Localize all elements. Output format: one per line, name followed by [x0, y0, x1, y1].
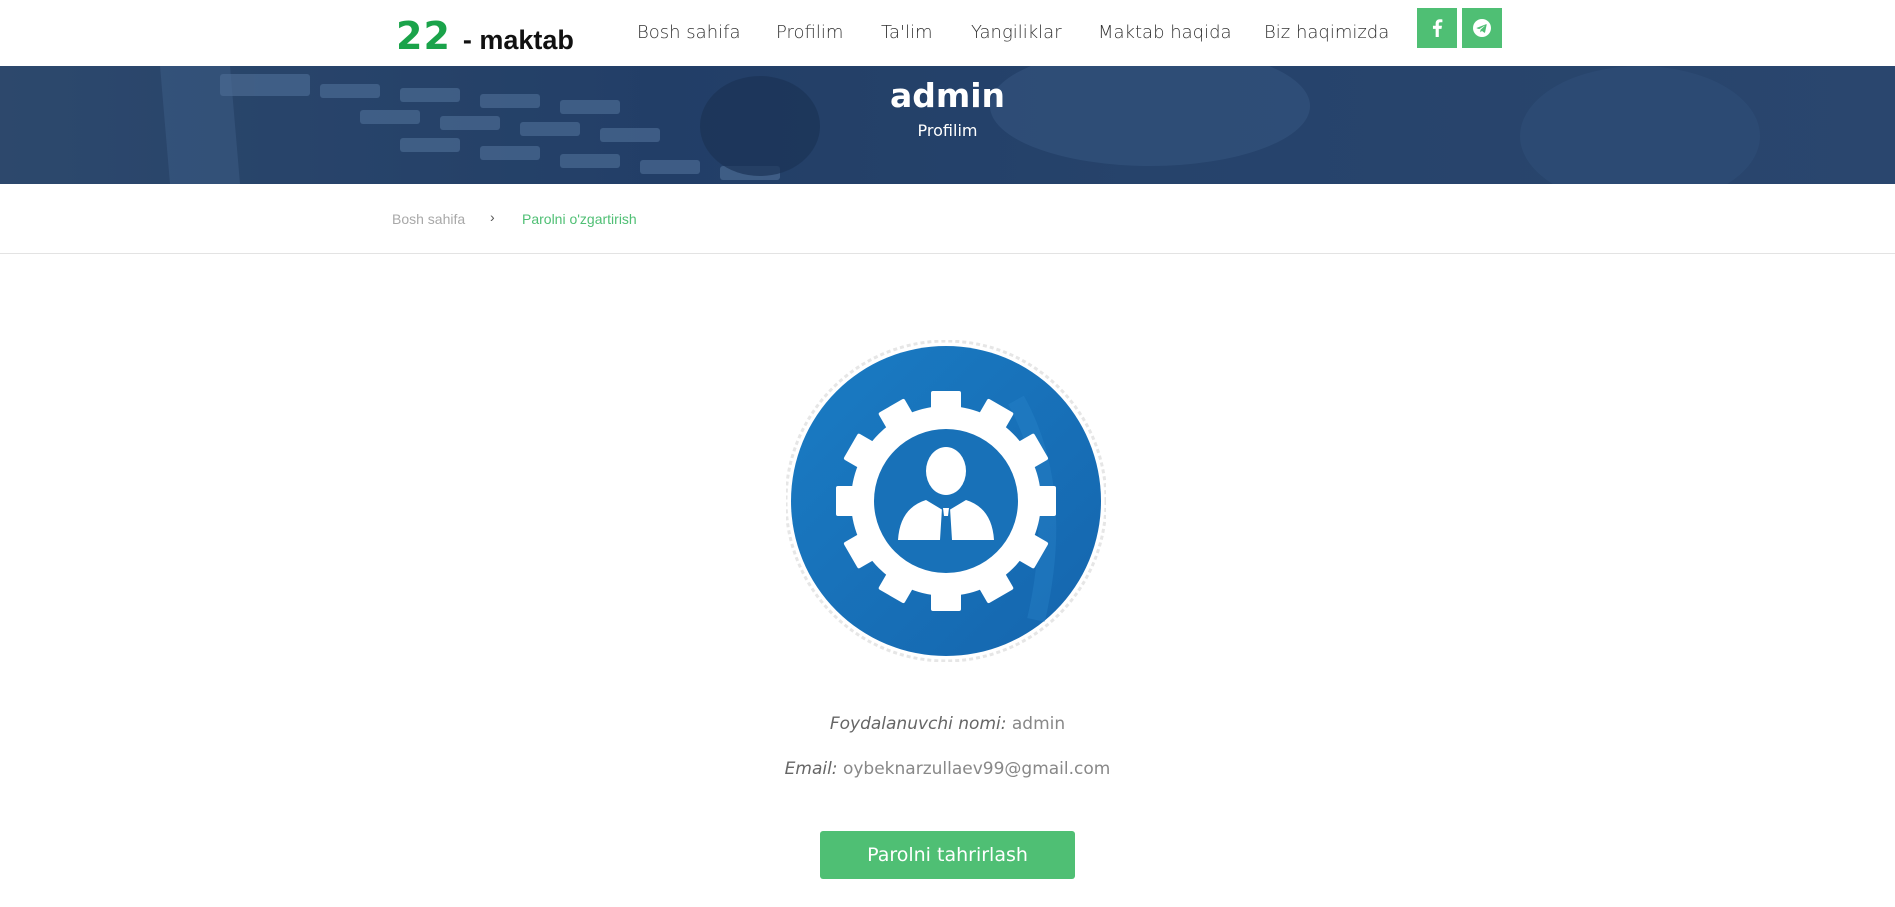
site-header: 22 - maktab Bosh sahifa Profilim Ta'lim …: [0, 0, 1895, 66]
facebook-button[interactable]: [1417, 8, 1457, 48]
logo-number: 22: [396, 14, 451, 58]
nav-item-about-school[interactable]: Maktab haqida: [1098, 22, 1232, 43]
page-title: admin: [889, 76, 1006, 115]
nav-item-news[interactable]: Yangiliklar: [971, 22, 1062, 43]
nav-item-profile[interactable]: Profilim: [776, 22, 843, 43]
facebook-icon: [1432, 19, 1443, 37]
telegram-button[interactable]: [1462, 8, 1502, 48]
username-value: admin: [1011, 714, 1066, 734]
page-subtitle: Profilim: [917, 121, 978, 140]
breadcrumb-current: Parolni o'zgartirish: [522, 211, 637, 227]
email-value: oybeknarzullaev99@gmail.com: [842, 759, 1111, 779]
username-label: Foydalanuvchi nomi:: [829, 714, 1007, 734]
breadcrumb: Bosh sahifa › Parolni o'zgartirish: [0, 184, 1895, 254]
email-line: Email: oybeknarzullaev99@gmail.com: [0, 759, 1895, 779]
user-gear-icon: [784, 339, 1108, 663]
site-logo[interactable]: 22 - maktab: [396, 14, 574, 58]
nav-item-education[interactable]: Ta'lim: [881, 22, 933, 43]
username-line: Foydalanuvchi nomi: admin: [0, 714, 1895, 734]
telegram-icon: [1473, 19, 1491, 37]
page-banner: admin Profilim: [0, 66, 1895, 184]
breadcrumb-home-link[interactable]: Bosh sahifa: [392, 211, 465, 227]
email-label: Email:: [784, 759, 838, 779]
nav-item-home[interactable]: Bosh sahifa: [637, 22, 741, 43]
nav-item-about-us[interactable]: Biz haqimizda: [1264, 22, 1389, 43]
avatar: [784, 339, 1108, 663]
logo-word: - maktab: [462, 25, 574, 55]
breadcrumb-separator-icon: ›: [490, 209, 495, 225]
edit-password-button[interactable]: Parolni tahrirlash: [820, 831, 1075, 879]
